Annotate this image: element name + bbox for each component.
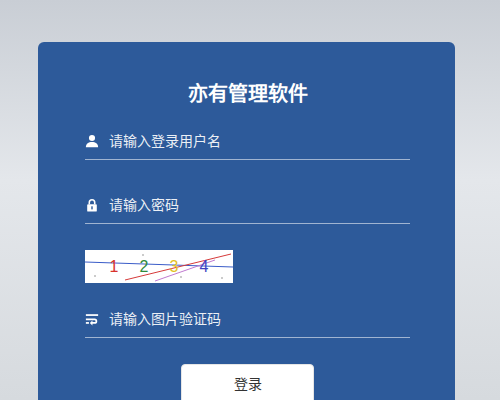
login-button[interactable]: 登录 xyxy=(181,364,314,400)
captcha-char: 3 xyxy=(170,259,179,275)
app-title: 亦有管理软件 xyxy=(85,78,410,110)
button-bar: 登录 xyxy=(85,364,410,400)
input-row xyxy=(85,123,410,160)
login-panel: 亦有管理软件 1 2 3 4 登录 xyxy=(38,42,455,400)
text-input[interactable] xyxy=(109,191,410,220)
user-icon xyxy=(85,134,99,148)
captcha-char: 4 xyxy=(200,259,209,275)
lock-icon xyxy=(85,198,99,212)
page-background: 亦有管理软件 1 2 3 4 登录 xyxy=(0,0,500,400)
captcha-char: 2 xyxy=(140,259,149,275)
text-input[interactable] xyxy=(109,127,410,156)
text-input[interactable] xyxy=(109,305,410,334)
captcha-icon xyxy=(85,312,99,326)
captcha-noise xyxy=(85,250,233,283)
input-row xyxy=(85,301,410,338)
captcha-image[interactable]: 1 2 3 4 xyxy=(85,250,233,283)
captcha-char: 1 xyxy=(110,259,119,275)
input-row xyxy=(85,187,410,224)
